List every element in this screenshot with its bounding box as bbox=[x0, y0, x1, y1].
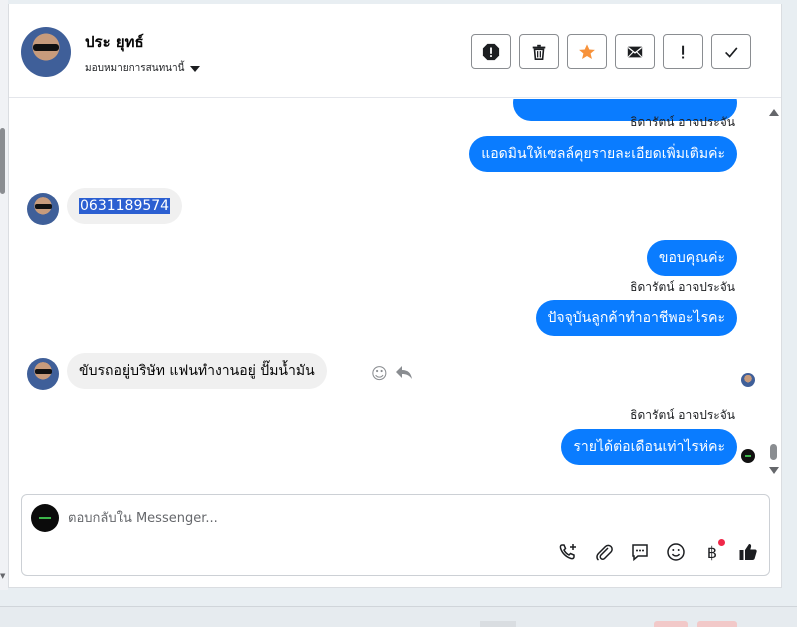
star-icon bbox=[579, 43, 595, 59]
attach-button[interactable] bbox=[593, 541, 615, 563]
header-actions bbox=[471, 34, 751, 69]
emoji-reaction-icon[interactable]: ☺ bbox=[371, 364, 388, 383]
trash-icon bbox=[532, 44, 546, 60]
assign-label: มอบหมายการสนทนานี้ bbox=[85, 63, 185, 74]
saved-replies-icon bbox=[632, 544, 648, 562]
exclamation-octagon-icon bbox=[482, 43, 500, 60]
chevron-down-icon bbox=[190, 65, 201, 72]
seen-avatar bbox=[741, 373, 755, 387]
report-spam-button[interactable] bbox=[471, 34, 511, 69]
assign-conversation-dropdown[interactable]: มอบหมายการสนทนานี้ bbox=[85, 61, 201, 76]
add-contact-button[interactable] bbox=[557, 541, 579, 563]
envelope-icon bbox=[627, 46, 643, 57]
sender-name: ธิดารัตน์ อาจประจัน bbox=[630, 408, 735, 422]
selected-phone-number[interactable]: 0631189574 bbox=[79, 198, 171, 214]
reply-arrow-icon[interactable] bbox=[395, 364, 413, 384]
outer-scroll-down-arrow-icon[interactable]: ▼ bbox=[0, 572, 5, 580]
contact-avatar[interactable] bbox=[21, 27, 71, 77]
outer-scrollbar[interactable]: ▼ bbox=[0, 0, 8, 590]
attach-icon bbox=[596, 544, 613, 561]
emoji-icon bbox=[667, 543, 685, 561]
mark-unread-button[interactable] bbox=[615, 34, 655, 69]
delete-button[interactable] bbox=[519, 34, 559, 69]
conversation-header: ประ ยุทธ์ มอบหมายการสนทนานี้ bbox=[9, 4, 781, 98]
contact-name[interactable]: ประ ยุทธ์ bbox=[85, 30, 144, 54]
like-button[interactable] bbox=[737, 541, 759, 563]
message-thread[interactable]: ธิดารัตน์ อาจประจัน แอดมินให้เซลล์คุยราย… bbox=[9, 99, 781, 484]
emoji-button[interactable] bbox=[665, 541, 687, 563]
taskbar bbox=[0, 606, 797, 627]
svg-text:฿: ฿ bbox=[707, 543, 717, 562]
message-bubble-outgoing[interactable]: ขอบคุณค่ะ bbox=[646, 240, 737, 276]
page-avatar bbox=[31, 504, 59, 532]
reply-input[interactable] bbox=[68, 507, 668, 529]
taskbar-item[interactable] bbox=[480, 621, 516, 627]
taskbar-item[interactable] bbox=[654, 621, 688, 627]
message-composer: ฿ bbox=[21, 494, 770, 576]
page-seen-avatar bbox=[741, 449, 755, 463]
message-bubble-outgoing[interactable]: ปัจจุบันลูกค้าทำอาชีพอะไรคะ bbox=[535, 300, 737, 336]
thread-scroll-down-arrow-icon[interactable] bbox=[769, 467, 779, 474]
done-button[interactable] bbox=[711, 34, 751, 69]
check-icon bbox=[725, 46, 738, 58]
payment-button[interactable]: ฿ bbox=[701, 539, 725, 563]
thread-scroll-up-arrow-icon[interactable] bbox=[769, 109, 779, 116]
outer-scrollbar-thumb[interactable] bbox=[0, 128, 5, 194]
important-button[interactable] bbox=[663, 34, 703, 69]
contact-avatar-small[interactable] bbox=[27, 193, 59, 225]
star-button[interactable] bbox=[567, 34, 607, 69]
message-bubble-outgoing[interactable]: แอดมินให้เซลล์คุยรายละเอียดเพิ่มเติมค่ะ bbox=[469, 136, 737, 172]
message-bubble-incoming[interactable]: 0631189574 bbox=[67, 188, 183, 224]
contact-avatar-small[interactable] bbox=[27, 358, 59, 390]
taskbar-item[interactable] bbox=[697, 621, 737, 627]
message-bubble-incoming[interactable]: ขับรถอยู่บริษัท แฟนทำงานอยู่ ปั๊มน้ำมัน bbox=[67, 353, 327, 389]
page: ▼ ประ ยุทธ์ มอบหมายการสนทนานี้ ธิดารัตน์… bbox=[0, 0, 797, 627]
message-bubble-outgoing[interactable]: รายได้ต่อเดือนเท่าไรห่คะ bbox=[561, 429, 737, 465]
sender-name: ธิดารัตน์ อาจประจัน bbox=[630, 115, 735, 129]
exclamation-icon bbox=[682, 45, 685, 58]
notification-dot bbox=[718, 539, 725, 546]
conversation-panel: ประ ยุทธ์ มอบหมายการสนทนานี้ ธิดารัตน์ อ… bbox=[8, 4, 782, 588]
composer-tools: ฿ bbox=[557, 539, 759, 563]
saved-replies-button[interactable] bbox=[629, 541, 651, 563]
like-icon bbox=[739, 544, 757, 560]
thread-scrollbar-thumb[interactable] bbox=[770, 444, 777, 460]
add-contact-icon bbox=[559, 544, 576, 560]
sender-name: ธิดารัตน์ อาจประจัน bbox=[630, 280, 735, 294]
